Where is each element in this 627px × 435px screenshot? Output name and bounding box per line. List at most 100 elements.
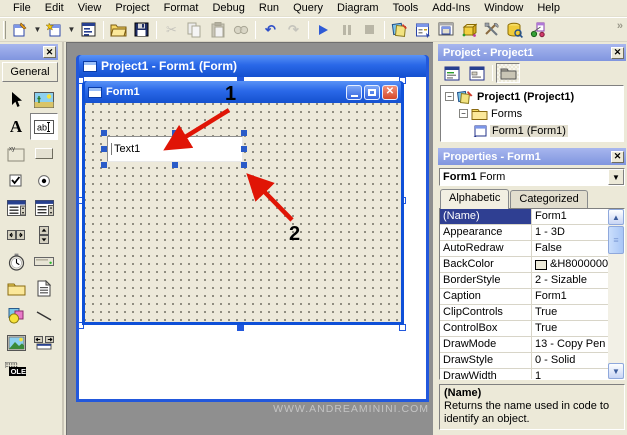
filelistbox-tool-icon[interactable] [30, 275, 58, 302]
cut-icon[interactable]: ✂ [160, 19, 183, 41]
shape-tool-icon[interactable] [2, 302, 30, 329]
end-icon[interactable] [358, 19, 381, 41]
menu-help[interactable]: Help [530, 1, 567, 15]
frame-tool-icon[interactable]: xy [2, 140, 30, 167]
textbox-handle-top-right[interactable] [241, 130, 247, 136]
toolbox-titlebar[interactable]: ✕ [0, 44, 58, 60]
hscrollbar-tool-icon[interactable] [2, 221, 30, 248]
menu-addins[interactable]: Add-Ins [425, 1, 477, 15]
textbox-control[interactable]: Text1 [107, 136, 243, 162]
pointer-tool-icon[interactable] [2, 86, 30, 113]
property-row[interactable]: Appearance 1 - 3D [440, 225, 624, 241]
visual-component-manager-icon[interactable] [526, 19, 549, 41]
textbox-handle-right-mid[interactable] [241, 146, 247, 152]
menu-file[interactable]: File [6, 1, 38, 15]
toolbar-overflow-icon[interactable]: » [617, 20, 623, 32]
properties-titlebar[interactable]: Properties - Form1 ✕ [438, 148, 626, 165]
form-design-surface[interactable]: Text1 [85, 103, 401, 322]
property-row[interactable]: DrawStyle 0 - Solid [440, 353, 624, 369]
tree-item-forms[interactable]: − Forms [459, 105, 623, 122]
property-row[interactable]: DrawWidth 1 [440, 369, 624, 379]
scroll-thumb[interactable] [608, 226, 624, 254]
line-tool-icon[interactable] [30, 302, 58, 329]
add-form-dropdown-icon[interactable]: ▼ [66, 19, 77, 41]
menu-editor-icon[interactable] [77, 19, 100, 41]
properties-close-icon[interactable]: ✕ [611, 150, 624, 163]
textbox-handle-top-left[interactable] [101, 130, 107, 136]
copy-icon[interactable] [183, 19, 206, 41]
menu-diagram[interactable]: Diagram [330, 1, 386, 15]
break-icon[interactable] [335, 19, 358, 41]
project-explorer-icon[interactable] [388, 19, 411, 41]
tree-item-form1[interactable]: Form1 (Form1) [473, 122, 623, 139]
form-resize-handle-bottom-mid[interactable] [237, 324, 244, 331]
add-form-icon[interactable] [43, 19, 66, 41]
add-project-icon[interactable] [9, 19, 32, 41]
form-titlebar[interactable]: Form1 ✕ [85, 81, 401, 103]
form-close-icon[interactable]: ✕ [382, 84, 398, 100]
form-maximize-icon[interactable] [364, 84, 380, 100]
checkbox-tool-icon[interactable] [2, 167, 30, 194]
property-row[interactable]: AutoRedraw False [440, 241, 624, 257]
textbox-handle-bottom-mid[interactable] [172, 162, 178, 168]
project-explorer-close-icon[interactable]: ✕ [611, 46, 624, 59]
scroll-up-icon[interactable]: ▲ [608, 209, 624, 225]
textbox-handle-left-mid[interactable] [101, 146, 107, 152]
object-selector-combo[interactable]: Form1 Form ▼ [439, 168, 625, 186]
form-layout-window-icon[interactable] [434, 19, 457, 41]
toolbar-grip[interactable] [3, 20, 6, 39]
view-object-icon[interactable] [465, 63, 489, 83]
object-browser-icon[interactable] [457, 19, 480, 41]
tree-item-project[interactable]: − Project1 (Project1) [445, 88, 623, 105]
redo-icon[interactable]: ↷ [282, 19, 305, 41]
menu-view[interactable]: View [71, 1, 109, 15]
toggle-folders-icon[interactable] [496, 63, 520, 83]
menu-edit[interactable]: Edit [38, 1, 71, 15]
image-tool-icon[interactable] [2, 329, 30, 356]
save-project-icon[interactable] [130, 19, 153, 41]
undo-icon[interactable]: ↶ [259, 19, 282, 41]
menu-format[interactable]: Format [157, 1, 206, 15]
textbox-tool-icon[interactable]: ab [30, 113, 58, 140]
toolbox-icon[interactable] [480, 19, 503, 41]
view-code-icon[interactable] [440, 63, 464, 83]
textbox-handle-bottom-left[interactable] [101, 162, 107, 168]
combo-dropdown-icon[interactable]: ▼ [608, 169, 624, 185]
menu-project[interactable]: Project [108, 1, 156, 15]
property-row[interactable]: Caption Form1 [440, 289, 624, 305]
property-row[interactable]: ClipControls True [440, 305, 624, 321]
tab-categorized[interactable]: Categorized [510, 190, 588, 208]
menu-run[interactable]: Run [252, 1, 286, 15]
property-grid-scrollbar[interactable]: ▲ ▼ [608, 209, 624, 379]
scroll-down-icon[interactable]: ▼ [608, 363, 624, 379]
tab-alphabetic[interactable]: Alphabetic [440, 189, 510, 209]
expander-icon[interactable]: − [445, 92, 454, 101]
menu-window[interactable]: Window [477, 1, 530, 15]
drivelistbox-tool-icon[interactable] [30, 248, 58, 275]
menu-debug[interactable]: Debug [205, 1, 251, 15]
data-view-window-icon[interactable] [503, 19, 526, 41]
textbox-handle-bottom-right[interactable] [241, 162, 247, 168]
timer-tool-icon[interactable] [2, 248, 30, 275]
property-row[interactable]: DrawMode 13 - Copy Pen [440, 337, 624, 353]
properties-window-icon[interactable] [411, 19, 434, 41]
property-row[interactable]: BackColor &H8000000F [440, 257, 624, 273]
commandbutton-tool-icon[interactable] [30, 140, 58, 167]
menu-tools[interactable]: Tools [386, 1, 426, 15]
open-project-icon[interactable] [107, 19, 130, 41]
project-explorer-titlebar[interactable]: Project - Project1 ✕ [438, 44, 626, 61]
optionbutton-tool-icon[interactable] [30, 167, 58, 194]
vscrollbar-tool-icon[interactable] [30, 221, 58, 248]
textbox-handle-top-mid[interactable] [172, 130, 178, 136]
form-resize-handle-bottom-right[interactable] [399, 324, 406, 331]
picturebox-tool-icon[interactable] [30, 86, 58, 113]
data-tool-icon[interactable] [30, 329, 58, 356]
listbox-tool-icon[interactable] [30, 194, 58, 221]
toolbox-close-icon[interactable]: ✕ [43, 46, 56, 58]
paste-icon[interactable] [206, 19, 229, 41]
combobox-tool-icon[interactable] [2, 194, 30, 221]
label-tool-icon[interactable]: A [2, 113, 30, 140]
property-row[interactable]: (Name) Form1 [440, 209, 624, 225]
menu-query[interactable]: Query [286, 1, 330, 15]
property-row[interactable]: ControlBox True [440, 321, 624, 337]
